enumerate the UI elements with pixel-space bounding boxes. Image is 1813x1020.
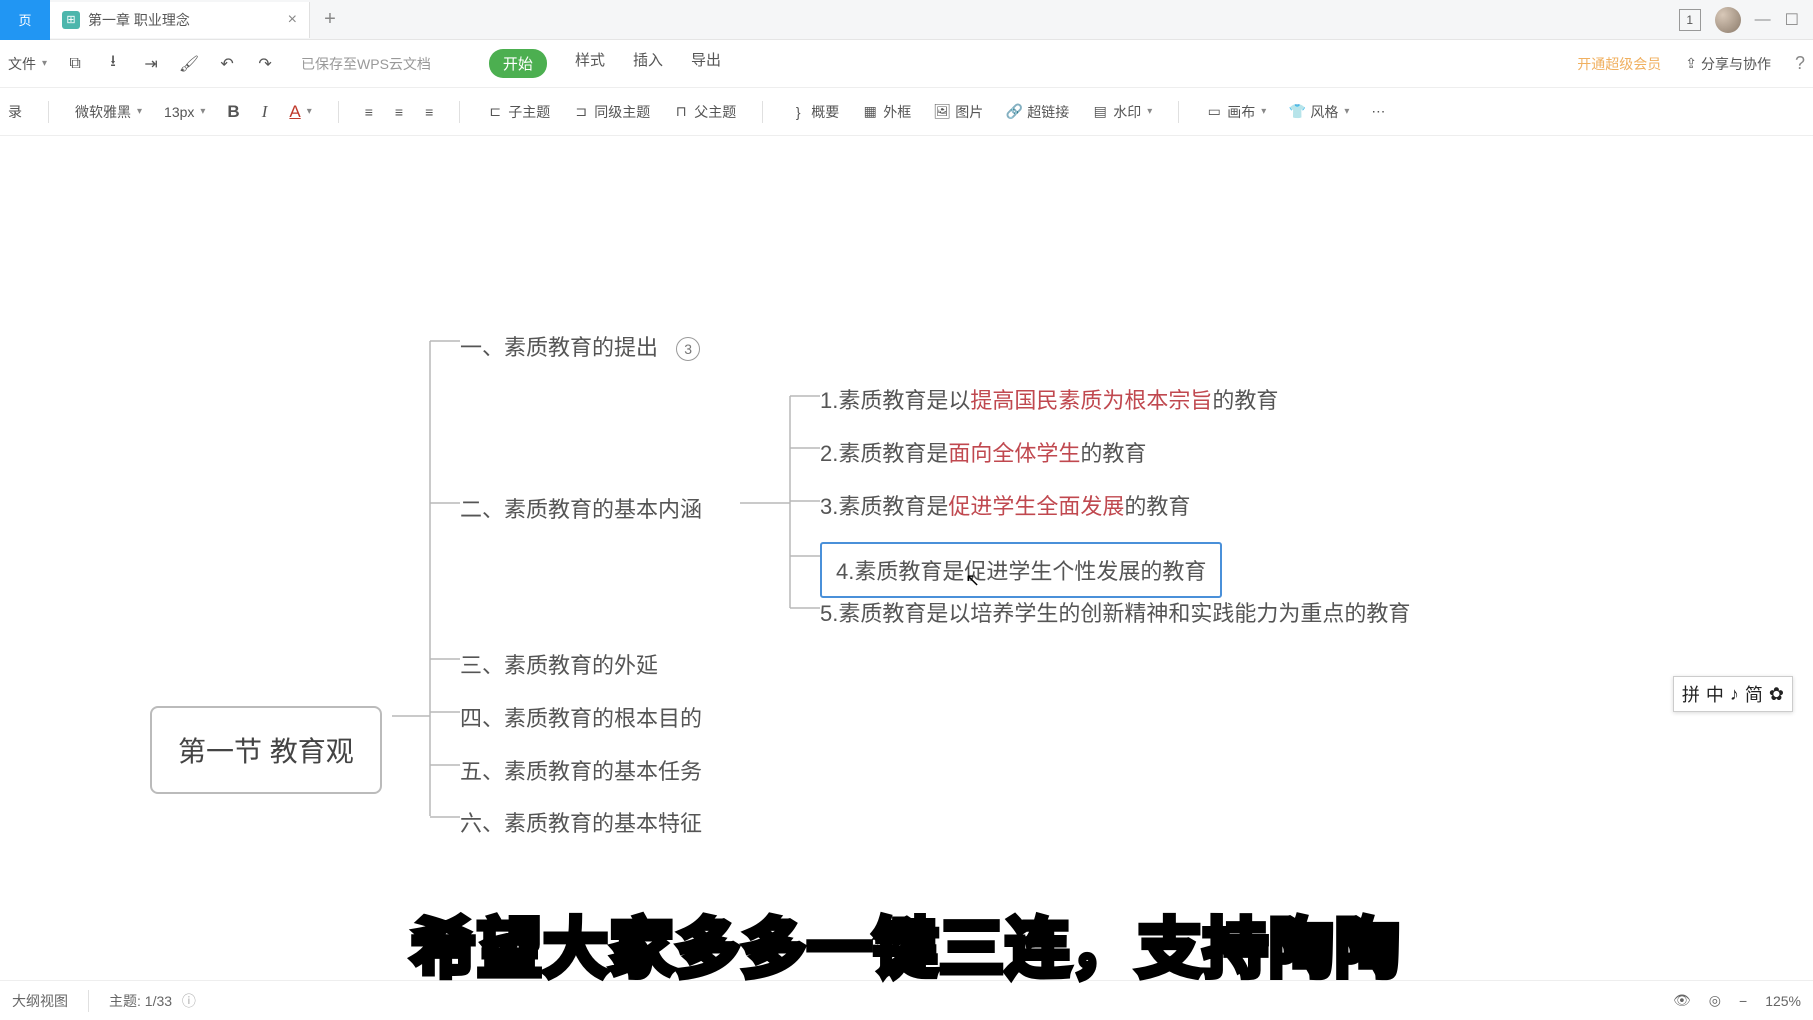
save-status: 已保存至WPS云文档 [301, 54, 431, 74]
home-tab[interactable]: 页 [0, 0, 50, 40]
root-node[interactable]: 第一节 教育观 [150, 706, 382, 794]
video-subtitle: 希望大家多多一键三连，支持陶陶 [412, 898, 1402, 990]
mindmap-file-icon: ⊞ [62, 11, 80, 29]
watermark-icon: ▤ [1091, 103, 1109, 121]
branch-node-4[interactable]: 四、素质教育的根本目的 [460, 701, 702, 733]
parenttopic-button[interactable]: ⊓父主题 [672, 102, 736, 122]
leaf-node-5[interactable]: 5.素质教育是以培养学生的创新精神和实践能力为重点的教育 [820, 596, 1410, 628]
maximize-icon[interactable]: ☐ [1785, 10, 1799, 30]
align-right-icon[interactable]: ≡ [425, 104, 433, 120]
minimize-icon[interactable]: — [1755, 11, 1771, 29]
link-button[interactable]: 🔗超链接 [1005, 102, 1069, 122]
menu-start[interactable]: 开始 [489, 49, 547, 78]
ime-toolbar[interactable]: 拼 中 ♪ 简 ✿ [1673, 676, 1793, 712]
leaf-node-4-selected[interactable]: 4.素质教育是促进学生个性发展的教育 [820, 542, 1222, 598]
image-icon: 🖼 [933, 103, 951, 121]
download-icon[interactable]: ⭳ [103, 54, 123, 74]
border-button[interactable]: ▦外框 [861, 102, 911, 122]
border-icon: ▦ [861, 103, 879, 121]
summary-button[interactable]: }概要 [789, 102, 839, 122]
mindmap-canvas[interactable]: 第一节 教育观 一、素质教育的提出 3 二、素质教育的基本内涵 三、素质教育的外… [0, 136, 1813, 980]
collapse-count-badge[interactable]: 3 [676, 337, 700, 361]
image-button[interactable]: 🖼图片 [933, 102, 983, 122]
subtopic-icon: ⊏ [486, 103, 504, 121]
export-icon[interactable]: ⇥ [141, 54, 161, 74]
summary-icon: } [789, 103, 807, 121]
zoom-out-icon[interactable]: − [1739, 993, 1747, 1009]
ime-pinyin-icon[interactable]: 拼 [1682, 681, 1700, 707]
peertopic-button[interactable]: ⊐同级主题 [572, 102, 650, 122]
peertopic-icon: ⊐ [572, 103, 590, 121]
undo-icon[interactable]: ↶ [217, 54, 237, 74]
locate-icon[interactable]: ◎ [1709, 992, 1721, 1009]
ime-music-icon[interactable]: ♪ [1730, 684, 1739, 705]
parenttopic-icon: ⊓ [672, 103, 690, 121]
align-left-icon[interactable]: ≡ [365, 104, 373, 120]
help-small-icon[interactable]: ⓘ [182, 993, 196, 1009]
redo-icon[interactable]: ↷ [255, 54, 275, 74]
record-button[interactable]: 录 [8, 102, 22, 122]
menu-style[interactable]: 样式 [575, 49, 605, 78]
copy-icon[interactable]: ⧉ [65, 54, 85, 74]
branch-node-2[interactable]: 二、素质教育的基本内涵 [460, 492, 702, 524]
ime-simp-icon[interactable]: 简 [1745, 681, 1763, 707]
fontsize-select[interactable]: 13px▾ [164, 104, 205, 120]
leaf-node-2[interactable]: 2.素质教育是面向全体学生的教育 [820, 436, 1146, 468]
bold-button[interactable]: B [227, 102, 239, 122]
branch-node-3[interactable]: 三、素质教育的外延 [460, 648, 658, 680]
branch-node-5[interactable]: 五、素质教育的基本任务 [460, 754, 702, 786]
more-icon[interactable]: ⋯ [1371, 103, 1385, 120]
file-menu[interactable]: 文件▾ [8, 54, 47, 74]
zoom-level[interactable]: 125% [1765, 993, 1801, 1009]
outline-view-button[interactable]: 大纲视图 [12, 991, 68, 1011]
share-button[interactable]: ⇪分享与协作 [1685, 54, 1771, 74]
vip-link[interactable]: 开通超级会员 [1577, 54, 1661, 74]
share-icon: ⇪ [1685, 55, 1697, 72]
fontcolor-button[interactable]: A▾ [289, 102, 311, 122]
document-tab[interactable]: ⊞ 第一章 职业理念 × [50, 2, 310, 38]
topic-counter: 主题: 1/33 ⓘ [109, 991, 196, 1011]
branch-node-6[interactable]: 六、素质教育的基本特征 [460, 806, 702, 838]
link-icon: 🔗 [1005, 103, 1023, 121]
avatar[interactable] [1715, 7, 1741, 33]
tab-title: 第一章 职业理念 [88, 10, 190, 30]
italic-button[interactable]: I [262, 102, 268, 122]
watermark-button[interactable]: ▤水印▾ [1091, 102, 1152, 122]
menu-insert[interactable]: 插入 [633, 49, 663, 78]
canvas-button[interactable]: ▭画布▾ [1205, 102, 1266, 122]
style-button[interactable]: 👕风格▾ [1288, 102, 1349, 122]
ime-gear-icon[interactable]: ✿ [1769, 684, 1784, 705]
new-tab-button[interactable]: + [310, 8, 350, 31]
format-painter-icon[interactable]: 🖌 [179, 54, 199, 74]
help-icon[interactable]: ? [1795, 53, 1805, 74]
subtopic-button[interactable]: ⊏子主题 [486, 102, 550, 122]
font-select[interactable]: 微软雅黑▾ [75, 102, 142, 122]
branch-node-1[interactable]: 一、素质教育的提出 3 [460, 330, 700, 362]
menu-export[interactable]: 导出 [691, 49, 721, 78]
ime-cn-icon[interactable]: 中 [1706, 681, 1724, 707]
align-center-icon[interactable]: ≡ [395, 104, 403, 120]
canvas-icon: ▭ [1205, 103, 1223, 121]
window-count-badge[interactable]: 1 [1679, 9, 1701, 31]
style-icon: 👕 [1288, 103, 1306, 121]
eye-icon[interactable]: 👁 [1673, 992, 1691, 1009]
close-icon[interactable]: × [288, 11, 297, 29]
leaf-node-1[interactable]: 1.素质教育是以提高国民素质为根本宗旨的教育 [820, 383, 1278, 415]
leaf-node-3[interactable]: 3.素质教育是促进学生全面发展的教育 [820, 489, 1190, 521]
